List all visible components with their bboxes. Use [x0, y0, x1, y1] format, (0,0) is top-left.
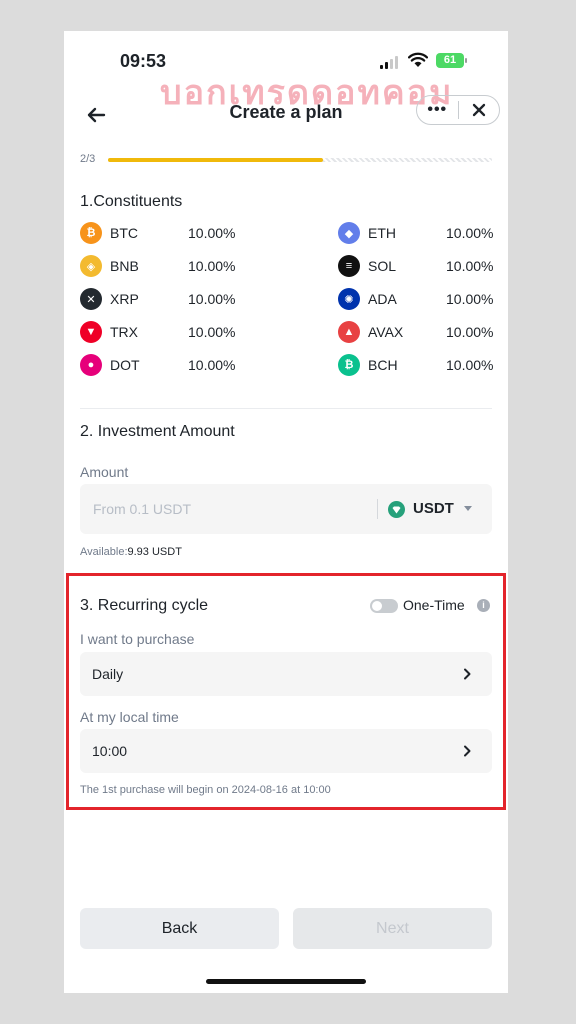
info-icon[interactable]: i	[477, 599, 490, 612]
frequency-select[interactable]: Daily	[80, 652, 492, 696]
btc-coin-icon: ₿	[80, 222, 102, 244]
progress-fill	[108, 158, 324, 162]
available-balance: Available:9.93 USDT	[80, 546, 182, 558]
constituent-item: ≡ SOL 10.00%	[338, 254, 508, 278]
phone-screen: 09:53 61 บอกเทรดดอทคอม Create a plan •••	[64, 31, 508, 993]
usdt-icon	[388, 501, 405, 518]
close-button[interactable]	[458, 103, 499, 117]
bch-coin-icon: ₿	[338, 354, 360, 376]
coin-percentage: 10.00%	[446, 258, 494, 274]
close-icon	[472, 103, 485, 117]
recurring-title: 3. Recurring cycle	[80, 597, 209, 614]
constituent-item: ▼ TRX 10.00%	[80, 320, 280, 344]
coin-symbol: XRP	[110, 291, 139, 307]
coin-symbol: ETH	[368, 225, 396, 241]
frequency-value: Daily	[92, 666, 124, 682]
time-value: 10:00	[92, 743, 128, 759]
one-time-toggle[interactable]	[370, 599, 398, 613]
sol-coin-icon: ≡	[338, 255, 360, 277]
coin-percentage: 10.00%	[188, 258, 236, 274]
coin-symbol: AVAX	[368, 324, 404, 340]
home-indicator	[206, 979, 366, 984]
one-time-label: One-Time	[403, 597, 465, 613]
header-bar: Create a plan •••	[64, 95, 508, 135]
coin-symbol: BTC	[110, 225, 138, 241]
amount-placeholder: From 0.1 USDT	[93, 501, 192, 517]
coin-percentage: 10.00%	[446, 225, 494, 241]
trx-coin-icon: ▼	[80, 321, 102, 343]
constituents-title: 1.Constituents	[80, 193, 183, 210]
constituent-item: ₿ BCH 10.00%	[338, 353, 508, 377]
chevron-right-icon	[464, 745, 471, 757]
currency-select[interactable]: USDT	[413, 500, 454, 517]
coin-symbol: ADA	[368, 291, 397, 307]
coin-percentage: 10.00%	[188, 324, 236, 340]
coin-percentage: 10.00%	[446, 291, 494, 307]
amount-divider	[377, 499, 378, 519]
constituent-item: ● DOT 10.00%	[80, 353, 280, 377]
purchase-label: I want to purchase	[80, 631, 195, 647]
coin-percentage: 10.00%	[188, 291, 236, 307]
coin-symbol: BNB	[110, 258, 139, 274]
coin-symbol: SOL	[368, 258, 397, 274]
coin-percentage: 10.00%	[446, 357, 494, 373]
time-label: At my local time	[80, 709, 179, 725]
coin-percentage: 10.00%	[446, 324, 494, 340]
xrp-coin-icon: ✕	[80, 288, 102, 310]
investment-title: 2. Investment Amount	[80, 423, 235, 440]
eth-coin-icon: ◆	[338, 222, 360, 244]
caret-down-icon[interactable]	[464, 506, 472, 511]
step-progress: 2/3	[80, 153, 492, 167]
chevron-right-icon	[464, 668, 471, 680]
constituent-item: ▲ AVAX 10.00%	[338, 320, 508, 344]
constituent-item: ◈ BNB 10.00%	[80, 254, 280, 278]
amount-label: Amount	[80, 464, 129, 480]
section-divider	[80, 408, 492, 409]
next-button[interactable]: Next	[293, 908, 492, 949]
back-button[interactable]: Back	[80, 908, 279, 949]
header-actions: •••	[416, 95, 500, 125]
constituent-item: ₿ BTC 10.00%	[80, 221, 280, 245]
available-label: Available:	[80, 546, 128, 558]
step-label: 2/3	[80, 153, 96, 165]
bnb-coin-icon: ◈	[80, 255, 102, 277]
coin-percentage: 10.00%	[188, 225, 236, 241]
first-purchase-note: The 1st purchase will begin on 2024-08-1…	[80, 784, 331, 796]
constituent-item: ✕ XRP 10.00%	[80, 287, 280, 311]
dot-coin-icon: ●	[80, 354, 102, 376]
coin-symbol: TRX	[110, 324, 138, 340]
available-value: 9.93 USDT	[127, 546, 182, 558]
amount-input[interactable]: From 0.1 USDT USDT	[80, 484, 492, 534]
coin-symbol: BCH	[368, 357, 398, 373]
constituent-item: ◆ ETH 10.00%	[338, 221, 508, 245]
more-options-button[interactable]: •••	[417, 95, 458, 125]
constituent-item: ✺ ADA 10.00%	[338, 287, 508, 311]
coin-percentage: 10.00%	[188, 357, 236, 373]
avax-coin-icon: ▲	[338, 321, 360, 343]
time-select[interactable]: 10:00	[80, 729, 492, 773]
ada-coin-icon: ✺	[338, 288, 360, 310]
coin-symbol: DOT	[110, 357, 140, 373]
